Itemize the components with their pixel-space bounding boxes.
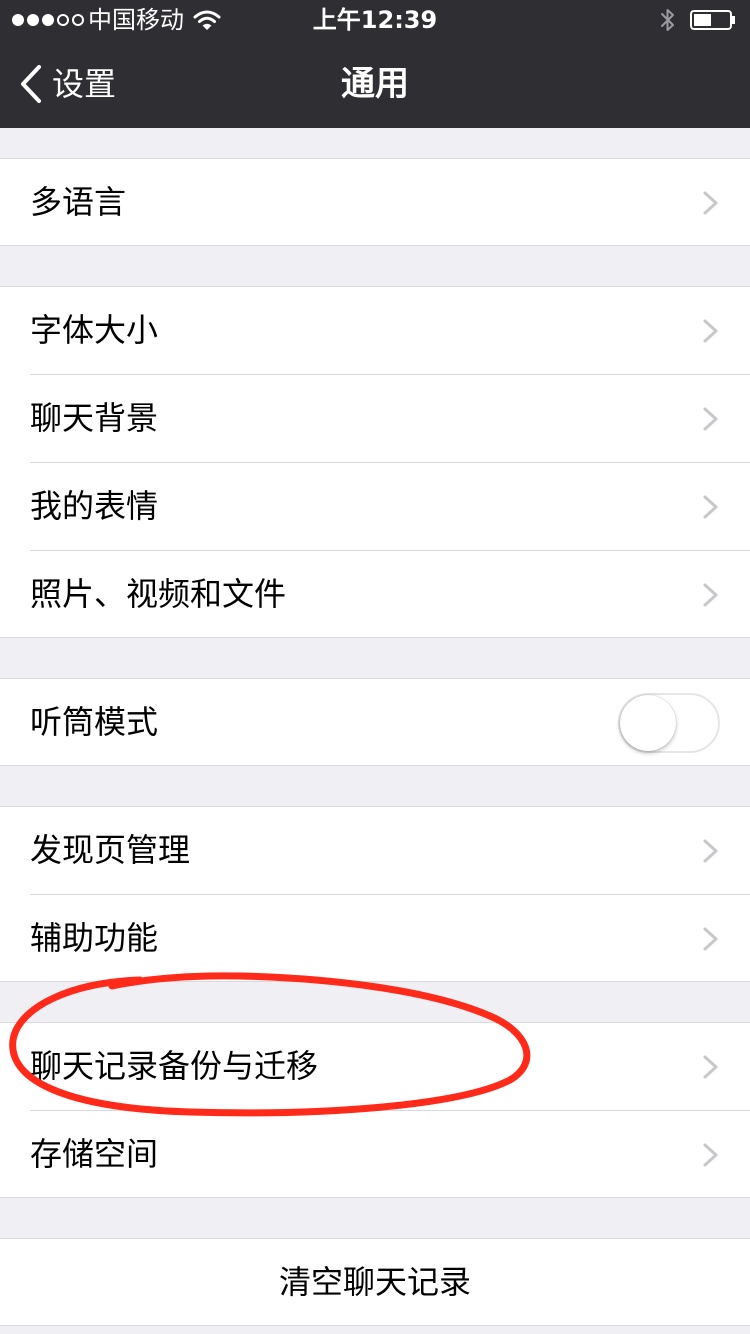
row-label: 多语言: [30, 183, 127, 221]
settings-group-earpiece: 听筒模式: [0, 678, 750, 766]
settings-general-screen: 中国移动 上午12:39 设置 通用 多语言 字体大小 聊天背景 我的表情 照片…: [0, 0, 750, 1334]
settings-group-clear-history: 清空聊天记录: [0, 1238, 750, 1326]
settings-group-language: 多语言: [0, 158, 750, 246]
page-title: 通用: [341, 64, 409, 104]
row-label: 字体大小: [30, 311, 159, 349]
settings-row-photos-videos-files[interactable]: 照片、视频和文件: [0, 551, 750, 638]
chevron-right-icon: [703, 839, 718, 863]
settings-row-earpiece-mode: 听筒模式: [0, 679, 750, 766]
navigation-bar: 设置 通用: [0, 40, 750, 128]
settings-row-storage-space[interactable]: 存储空间: [0, 1111, 750, 1198]
row-label: 我的表情: [30, 487, 159, 525]
row-label: 发现页管理: [30, 831, 191, 869]
chevron-right-icon: [703, 1143, 718, 1167]
chevron-right-icon: [703, 927, 718, 951]
settings-row-accessibility[interactable]: 辅助功能: [0, 895, 750, 982]
settings-row-my-stickers[interactable]: 我的表情: [0, 463, 750, 550]
chevron-right-icon: [703, 191, 718, 215]
chevron-right-icon: [703, 583, 718, 607]
settings-row-discover-management[interactable]: 发现页管理: [0, 807, 750, 894]
chevron-right-icon: [703, 407, 718, 431]
row-label: 照片、视频和文件: [30, 575, 287, 613]
chevron-right-icon: [703, 495, 718, 519]
chevron-right-icon: [703, 319, 718, 343]
row-label: 聊天背景: [30, 399, 159, 437]
battery-icon: [690, 10, 735, 30]
settings-row-chat-background[interactable]: 聊天背景: [0, 375, 750, 462]
settings-row-chat-backup-migration[interactable]: 聊天记录备份与迁移: [0, 1023, 750, 1110]
earpiece-mode-toggle[interactable]: [618, 693, 720, 753]
clear-chat-history-label: 清空聊天记录: [278, 1263, 471, 1301]
row-label: 听筒模式: [30, 703, 159, 741]
row-label: 聊天记录备份与迁移: [30, 1047, 319, 1085]
row-label: 存储空间: [30, 1135, 159, 1173]
top-bar: 中国移动 上午12:39 设置 通用: [0, 0, 750, 128]
settings-group-discover: 发现页管理 辅助功能: [0, 806, 750, 982]
toggle-knob: [620, 695, 676, 751]
status-time: 上午12:39: [312, 6, 438, 34]
settings-row-language[interactable]: 多语言: [0, 159, 750, 246]
status-bar: 中国移动 上午12:39: [0, 0, 750, 40]
settings-group-display: 字体大小 聊天背景 我的表情 照片、视频和文件: [0, 286, 750, 638]
settings-group-storage: 聊天记录备份与迁移 存储空间: [0, 1022, 750, 1198]
clear-chat-history-button[interactable]: 清空聊天记录: [0, 1239, 750, 1326]
row-label: 辅助功能: [30, 919, 159, 957]
bluetooth-icon: [661, 9, 674, 31]
settings-row-font-size[interactable]: 字体大小: [0, 287, 750, 374]
chevron-right-icon: [703, 1055, 718, 1079]
